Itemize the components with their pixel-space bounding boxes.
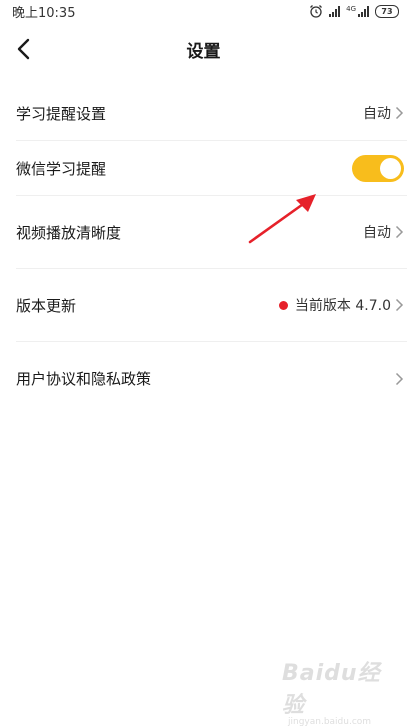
setting-label: 学习提醒设置: [16, 104, 107, 123]
signal-4g-icon: 4G: [346, 4, 369, 17]
setting-value-group: [395, 372, 404, 386]
watermark-logo: Baidu经验: [282, 661, 381, 718]
setting-row-privacy-policy[interactable]: 用户协议和隐私政策: [16, 342, 407, 415]
page-title: 设置: [186, 42, 221, 62]
setting-label: 用户协议和隐私政策: [16, 370, 152, 388]
status-bar: 晚上10:35 4G 73: [0, 0, 407, 22]
settings-list: 学习提醒设置 自动 微信学习提醒 视频播放清晰度 自动 版本更新 当前版本 4.…: [16, 86, 407, 415]
status-time: 晚上10:35: [12, 5, 76, 21]
setting-value: 自动: [363, 225, 391, 241]
wechat-reminder-toggle[interactable]: [352, 154, 404, 182]
network-label: 4G: [346, 4, 356, 13]
setting-label: 版本更新: [16, 296, 77, 315]
chevron-right-icon: [395, 225, 404, 239]
watermark: Baidu经验 jingyan.baidu.com: [282, 655, 392, 727]
watermark-sub: jingyan.baidu.com: [288, 717, 372, 727]
alarm-icon: [310, 5, 323, 18]
setting-row-video-quality[interactable]: 视频播放清晰度 自动: [16, 196, 407, 269]
setting-value-group: 自动: [363, 103, 404, 123]
setting-row-study-reminder[interactable]: 学习提醒设置 自动: [16, 86, 407, 141]
setting-value: 当前版本 4.7.0: [294, 298, 391, 314]
setting-row-version-update[interactable]: 版本更新 当前版本 4.7.0: [16, 269, 407, 342]
header: 设置: [0, 22, 407, 76]
signal-icon: [329, 5, 341, 17]
status-icons: 4G 73: [309, 4, 399, 18]
battery-icon: 73: [375, 4, 399, 18]
setting-row-wechat-reminder: 微信学习提醒: [16, 141, 407, 196]
chevron-right-icon: [395, 372, 404, 385]
setting-label: 视频播放清晰度: [16, 223, 122, 242]
setting-value-group: 自动: [363, 222, 404, 242]
setting-label: 微信学习提醒: [16, 159, 107, 178]
chevron-right-icon: [395, 298, 404, 312]
toggle-knob: [380, 157, 401, 179]
setting-value: 自动: [363, 106, 391, 122]
update-dot-icon: [278, 300, 288, 310]
chevron-right-icon: [395, 106, 404, 120]
setting-value-group: 当前版本 4.7.0: [278, 295, 404, 315]
